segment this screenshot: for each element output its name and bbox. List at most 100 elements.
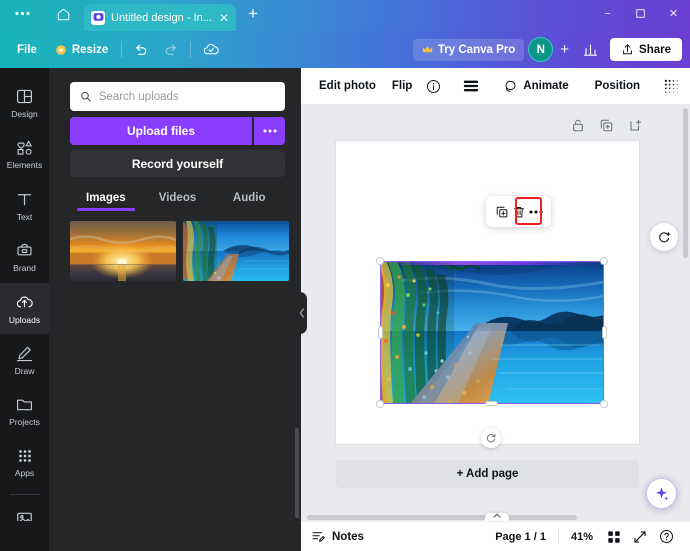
duplicate-page-button[interactable] <box>598 117 615 134</box>
search-input[interactable] <box>98 90 275 103</box>
maximize-square-icon <box>636 9 645 18</box>
redo-button[interactable] <box>156 37 186 63</box>
file-menu-button[interactable]: File <box>8 39 46 61</box>
canva-editor-window: Untitled design - In... ✕ + − ✕ File Res… <box>0 0 690 551</box>
resize-handle-bottom-right[interactable] <box>600 400 608 408</box>
insights-button[interactable] <box>576 37 605 62</box>
canva-logo-icon <box>93 13 103 21</box>
ai-assist-button[interactable] <box>650 223 678 251</box>
sidebar-item-text[interactable]: Text <box>0 180 49 231</box>
toolbar-divider-2 <box>190 41 192 58</box>
sidebar-item-apps[interactable]: Apps <box>0 437 49 488</box>
edit-photo-button[interactable]: Edit photo <box>311 75 384 97</box>
grid-view-button[interactable] <box>601 526 627 548</box>
rotate-handle[interactable] <box>481 428 501 448</box>
canvas-page[interactable] <box>336 141 639 448</box>
resize-handle-top-left[interactable] <box>376 257 384 265</box>
animate-button[interactable]: Animate <box>495 74 576 99</box>
resize-handle-right[interactable] <box>601 326 607 339</box>
lock-icon <box>572 119 583 132</box>
sidebar-item-draw[interactable]: Draw <box>0 334 49 385</box>
browser-tab-active[interactable]: Untitled design - In... ✕ <box>84 4 236 31</box>
page-lock-button[interactable] <box>569 117 586 134</box>
add-collaborator-button[interactable]: + <box>553 38 576 61</box>
overflow-dots-icon <box>528 209 543 214</box>
selected-image[interactable] <box>380 261 604 404</box>
undo-button[interactable] <box>126 37 156 63</box>
workspace-vscroll-thumb[interactable] <box>683 108 688 258</box>
resize-handle-bottom[interactable] <box>485 401 498 406</box>
brand-icon <box>17 244 32 256</box>
collapse-panel-button[interactable] <box>296 292 307 334</box>
animate-label: Animate <box>523 80 569 92</box>
tab-images[interactable]: Images <box>70 192 142 211</box>
cloud-saved-button[interactable] <box>195 36 227 64</box>
filter-lines-icon <box>464 80 479 92</box>
notes-button[interactable]: Notes <box>311 529 364 544</box>
ai-refresh-icon <box>658 231 670 242</box>
sidebar-label-draw: Draw <box>14 365 35 376</box>
browser-tab-close-button[interactable]: ✕ <box>219 12 229 24</box>
sidebar-item-elements[interactable]: Elements <box>0 128 49 179</box>
home-icon <box>57 8 69 20</box>
upload-files-row: Upload files <box>70 117 285 145</box>
resize-handle-top-right[interactable] <box>600 257 608 265</box>
sidebar-item-design[interactable]: Design <box>0 77 49 128</box>
adjust-filters-button[interactable] <box>457 75 485 97</box>
uploads-scrollbar-thumb[interactable] <box>295 428 299 518</box>
resize-handle-left[interactable] <box>377 326 383 339</box>
delete-button[interactable] <box>510 203 527 220</box>
crown-icon <box>422 46 433 53</box>
notes-label: Notes <box>332 530 364 543</box>
magic-studio-button[interactable] <box>646 478 677 509</box>
workspace-hscroll-thumb[interactable] <box>307 515 577 520</box>
overflow-dots-icon <box>14 11 30 16</box>
duplicate-button[interactable] <box>493 203 510 220</box>
record-yourself-button[interactable]: Record yourself <box>70 150 285 177</box>
info-button[interactable] <box>420 75 447 98</box>
user-avatar[interactable]: N <box>528 37 554 62</box>
window-close-button[interactable]: ✕ <box>657 0 690 31</box>
tab-videos[interactable]: Videos <box>142 192 214 211</box>
notes-icon <box>312 532 325 542</box>
window-minimize-button[interactable]: − <box>591 0 624 31</box>
try-canva-pro-button[interactable]: Try Canva Pro <box>412 38 525 61</box>
help-question-icon <box>660 530 673 543</box>
position-button[interactable]: Position <box>587 75 648 97</box>
copy-style-button[interactable] <box>685 75 690 98</box>
info-circle-icon <box>427 79 441 93</box>
sidebar-item-brand[interactable]: Brand <box>0 231 49 282</box>
tab-audio[interactable]: Audio <box>213 192 285 211</box>
transparency-button[interactable] <box>658 75 685 98</box>
sidebar-item-uploads[interactable]: Uploads <box>0 282 49 335</box>
flip-button[interactable]: Flip <box>384 75 420 97</box>
more-options-button[interactable] <box>527 203 544 220</box>
search-uploads-box[interactable] <box>70 82 285 111</box>
zoom-level[interactable]: 41% <box>563 527 601 547</box>
fullscreen-button[interactable] <box>627 526 653 548</box>
window-maximize-button[interactable] <box>624 0 657 31</box>
browser-menu-button[interactable] <box>0 0 44 31</box>
share-button[interactable]: Share <box>610 38 682 61</box>
add-page-button[interactable]: + Add page <box>336 460 639 488</box>
upload-more-button[interactable] <box>254 117 285 145</box>
animate-icon <box>505 80 516 92</box>
add-page-icon-button[interactable] <box>627 117 644 134</box>
grid-view-icon <box>608 530 620 543</box>
new-tab-button[interactable]: + <box>236 0 270 31</box>
upload-thumbnail-lake-path[interactable] <box>183 221 289 281</box>
workspace-horizontal-scrollbar[interactable] <box>301 515 690 520</box>
sidebar-item-projects[interactable]: Projects <box>0 386 49 437</box>
upload-files-button[interactable]: Upload files <box>70 117 252 145</box>
browser-home-button[interactable] <box>44 0 82 31</box>
left-rail: Design Elements Text Brand Uploads Draw … <box>0 68 49 551</box>
workspace-vertical-scrollbar[interactable] <box>683 108 688 518</box>
help-button[interactable] <box>653 525 680 548</box>
resize-button[interactable]: Resize <box>46 39 117 61</box>
magic-sparkle-icon <box>655 487 669 501</box>
design-icon <box>16 89 33 103</box>
resize-handle-bottom-left[interactable] <box>376 400 384 408</box>
upload-thumbnail-sunset[interactable] <box>70 221 176 281</box>
page-indicator[interactable]: Page 1 / 1 <box>487 527 554 547</box>
uploads-cloud-icon <box>16 296 33 307</box>
